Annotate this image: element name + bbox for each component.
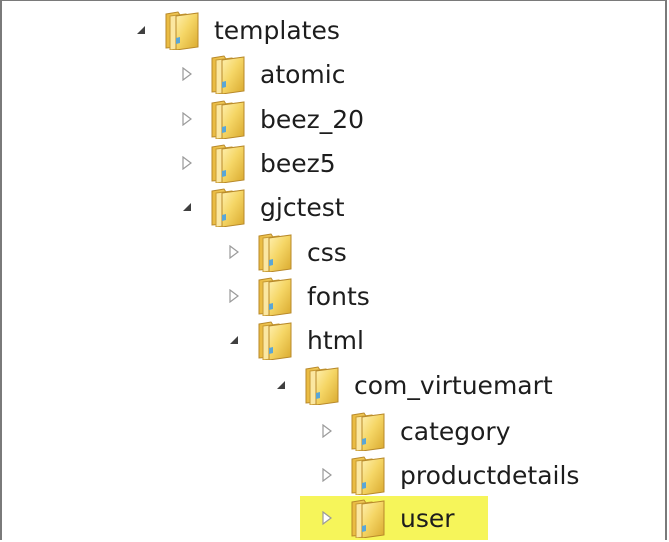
tree-node-category[interactable]: category <box>316 409 511 453</box>
expand-arrow-icon[interactable] <box>176 63 198 85</box>
tree-node-label: productdetails <box>400 460 580 490</box>
expand-arrow-icon[interactable] <box>176 152 198 174</box>
expand-arrow-icon[interactable] <box>316 507 338 529</box>
folder-icon <box>304 365 340 405</box>
expand-arrow-icon[interactable] <box>223 285 245 307</box>
folder-icon <box>257 276 293 316</box>
folder-icon <box>257 320 293 360</box>
tree-node-beez-20[interactable]: beez_20 <box>176 97 364 141</box>
folder-icon <box>210 54 246 94</box>
expand-arrow-icon[interactable] <box>223 241 245 263</box>
folder-icon <box>350 455 386 495</box>
folder-icon <box>210 99 246 139</box>
tree-node-fonts[interactable]: fonts <box>223 274 370 318</box>
tree-node-label: com_virtuemart <box>354 370 553 400</box>
tree-node-label: category <box>400 416 511 446</box>
folder-icon <box>164 10 200 50</box>
tree-node-templates[interactable]: templates <box>130 8 340 52</box>
tree-node-com-virtuemart[interactable]: com_virtuemart <box>270 363 553 407</box>
folder-icon <box>350 411 386 451</box>
tree-node-css[interactable]: css <box>223 230 347 274</box>
tree-node-label: templates <box>214 15 340 45</box>
expand-arrow-icon[interactable] <box>176 108 198 130</box>
folder-icon <box>350 498 386 538</box>
tree-node-label: gjctest <box>260 192 345 222</box>
collapse-arrow-icon[interactable] <box>130 19 152 41</box>
tree-node-label: beez_20 <box>260 104 365 134</box>
tree-node-label: user <box>400 503 455 533</box>
tree-node-label: atomic <box>260 59 346 89</box>
collapse-arrow-icon[interactable] <box>270 374 292 396</box>
tree-node-label: fonts <box>307 281 370 311</box>
collapse-arrow-icon[interactable] <box>223 329 245 351</box>
tree-node-gjctest[interactable]: gjctest <box>176 185 345 229</box>
tree-node-label: html <box>307 325 364 355</box>
expand-arrow-icon[interactable] <box>316 464 338 486</box>
tree-node-productdetails[interactable]: productdetails <box>316 453 579 497</box>
folder-tree: templates atomic beez_20 beez5 gjctest c… <box>0 0 669 542</box>
folder-icon <box>210 187 246 227</box>
tree-node-beez5[interactable]: beez5 <box>176 141 336 185</box>
expand-arrow-icon[interactable] <box>316 420 338 442</box>
collapse-arrow-icon[interactable] <box>176 196 198 218</box>
tree-node-atomic[interactable]: atomic <box>176 52 345 96</box>
folder-icon <box>257 232 293 272</box>
tree-node-label: beez5 <box>260 148 336 178</box>
folder-icon <box>210 143 246 183</box>
tree-node-label: css <box>307 237 347 267</box>
tree-node-html[interactable]: html <box>223 318 364 362</box>
tree-node-user[interactable]: user <box>300 496 488 540</box>
